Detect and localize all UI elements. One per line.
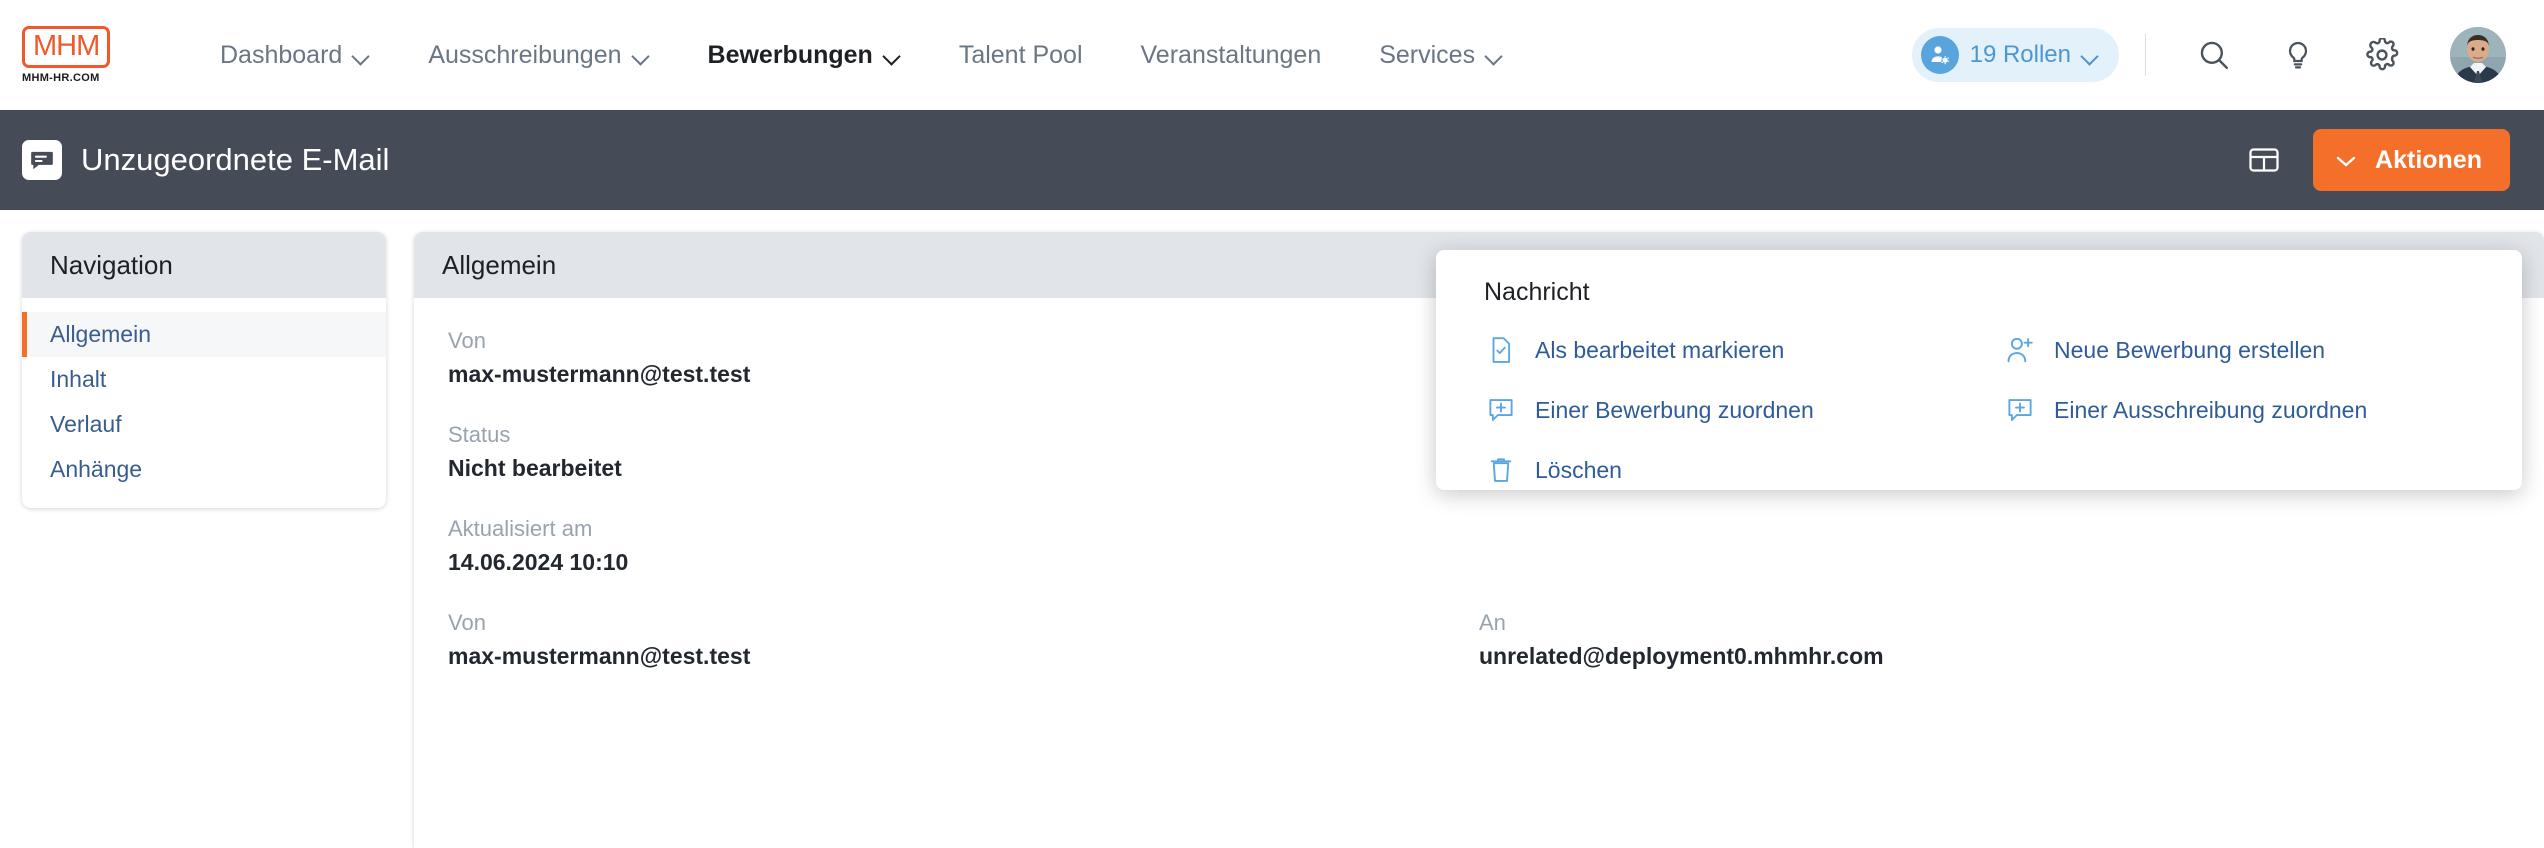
field-label: Von (448, 328, 486, 353)
sidebar-item-anhaenge[interactable]: Anhänge (22, 447, 386, 492)
menu-item-label: Einer Ausschreibung zuordnen (2054, 396, 2368, 423)
field-an: An unrelated@deployment0.mhmhr.com (1479, 610, 2510, 670)
field-label: Status (448, 422, 511, 447)
menu-item-als-bearbeitet-markieren[interactable]: Als bearbeitet markieren (1484, 331, 2003, 369)
divider (2145, 34, 2146, 76)
nav-item-dashboard[interactable]: Dashboard (220, 41, 370, 70)
top-navigation-bar: MHM MHM-HR.COM Dashboard Ausschreibungen… (0, 0, 2544, 110)
field-value: max-mustermann@test.test (448, 643, 751, 669)
menu-item-einer-ausschreibung-zuordnen[interactable]: Einer Ausschreibung zuordnen (2003, 391, 2522, 429)
field-value: unrelated@deployment0.mhmhr.com (1479, 643, 1884, 669)
menu-item-loeschen[interactable]: Löschen (1484, 451, 2003, 489)
chevron-down-icon (2082, 50, 2099, 60)
roles-label: 19 Rollen (1969, 41, 2071, 68)
dropdown-section-title: Nachricht (1484, 278, 1590, 306)
sidebar-item-allgemein[interactable]: Allgemein (22, 312, 386, 357)
trash-icon (1484, 455, 1518, 485)
brand-logo[interactable]: MHM MHM-HR.COM (22, 26, 152, 84)
chevron-down-icon (353, 50, 370, 60)
nav-item-ausschreibungen[interactable]: Ausschreibungen (428, 41, 649, 70)
field-von-top: Von max-mustermann@test.test (448, 328, 1479, 388)
search-icon[interactable] (2191, 32, 2237, 78)
nav-item-veranstaltungen[interactable]: Veranstaltungen (1141, 41, 1322, 70)
logo-subtitle: MHM-HR.COM (22, 72, 100, 84)
nav-item-label: Services (1379, 40, 1476, 69)
menu-item-label: Als bearbeitet markieren (1535, 336, 1785, 363)
sidebar-item-label: Allgemein (50, 321, 151, 347)
user-gear-icon (1920, 36, 1959, 74)
field-label: Aktualisiert am (448, 516, 593, 541)
sidebar-item-label: Inhalt (50, 366, 107, 392)
document-check-icon (1484, 335, 1518, 365)
nav-item-talent-pool[interactable]: Talent Pool (959, 41, 1083, 70)
sidebar-item-verlauf[interactable]: Verlauf (22, 402, 386, 447)
comment-plus-icon (2003, 395, 2037, 425)
table-layout-icon[interactable] (2241, 137, 2287, 183)
menu-item-neue-bewerbung-erstellen[interactable]: Neue Bewerbung erstellen (2003, 331, 2522, 369)
menu-item-label: Löschen (1535, 456, 1622, 483)
logo-text: MHM (22, 26, 111, 68)
page-header-bar: Unzugeordnete E-Mail Aktionen (0, 110, 2544, 210)
nav-item-label: Ausschreibungen (428, 40, 622, 69)
dropdown-items-grid: Als bearbeitet markieren Neue Bewerbung … (1484, 331, 2522, 489)
nav-item-label: Dashboard (220, 40, 343, 69)
chevron-down-icon (884, 50, 901, 60)
main-menu: Dashboard Ausschreibungen Bewerbungen Ta… (220, 41, 1503, 70)
gear-icon[interactable] (2359, 32, 2405, 78)
field-von-bottom: Von max-mustermann@test.test (448, 610, 1479, 670)
nav-item-services[interactable]: Services (1379, 41, 1503, 70)
field-empty-slot (1479, 516, 2510, 576)
navigation-panel-title: Navigation (22, 232, 386, 298)
chevron-down-icon (2335, 146, 2357, 175)
chevron-down-icon (633, 50, 650, 60)
field-value: Nicht bearbeitet (448, 455, 622, 481)
page-title: Unzugeordnete E-Mail (81, 142, 390, 177)
lightbulb-icon[interactable] (2275, 32, 2321, 78)
comment-plus-icon (1484, 395, 1518, 425)
user-avatar[interactable] (2450, 27, 2506, 83)
menu-item-label: Neue Bewerbung erstellen (2054, 336, 2326, 363)
message-icon (22, 140, 62, 180)
menu-item-label: Einer Bewerbung zuordnen (1535, 396, 1814, 423)
top-nav-right-cluster: 19 Rollen (1911, 27, 2506, 83)
nav-item-bewerbungen[interactable]: Bewerbungen (708, 41, 901, 70)
user-plus-icon (2003, 335, 2037, 365)
sidebar-item-label: Verlauf (50, 411, 122, 437)
roles-selector[interactable]: 19 Rollen (1911, 28, 2119, 82)
aktionen-dropdown-panel: Nachricht Als bearbeitet markieren Neue … (1436, 250, 2522, 490)
aktionen-button-label: Aktionen (2375, 145, 2482, 174)
nav-item-label: Bewerbungen (707, 40, 873, 69)
field-aktualisiert-am: Aktualisiert am 14.06.2024 10:10 (448, 516, 1479, 576)
chevron-down-icon (1486, 50, 1503, 60)
navigation-panel: Navigation Allgemein Inhalt Verlauf Anhä… (22, 232, 386, 508)
navigation-list: Allgemein Inhalt Verlauf Anhänge (22, 298, 386, 492)
page-header-actions: Aktionen (2241, 129, 2510, 191)
sidebar-item-inhalt[interactable]: Inhalt (22, 357, 386, 402)
field-label: Von (448, 610, 486, 635)
field-label: An (1479, 610, 1506, 635)
field-value: max-mustermann@test.test (448, 361, 751, 387)
aktionen-button[interactable]: Aktionen (2313, 129, 2510, 191)
field-status: Status Nicht bearbeitet (448, 422, 1479, 482)
nav-item-label: Talent Pool (958, 40, 1083, 69)
field-value: 14.06.2024 10:10 (448, 549, 629, 575)
sidebar-item-label: Anhänge (50, 456, 143, 482)
nav-item-label: Veranstaltungen (1140, 40, 1322, 69)
menu-item-einer-bewerbung-zuordnen[interactable]: Einer Bewerbung zuordnen (1484, 391, 2003, 429)
